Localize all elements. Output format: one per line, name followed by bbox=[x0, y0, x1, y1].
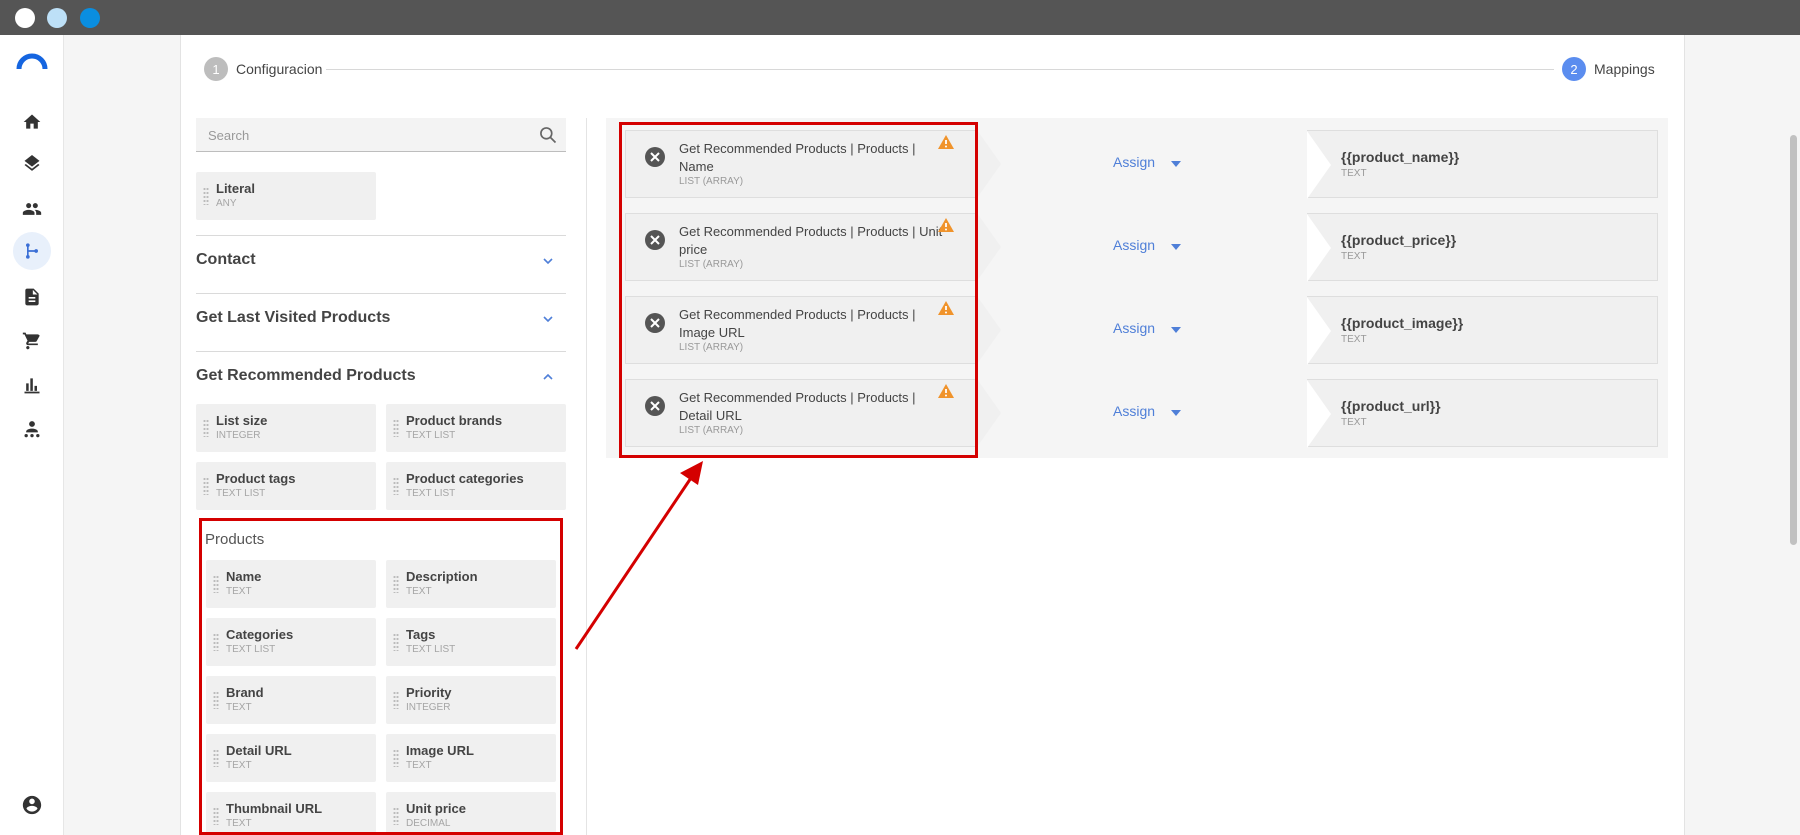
field-chip-product-categories[interactable]: Product categories TEXT LIST bbox=[386, 462, 566, 510]
caret-down-icon[interactable] bbox=[1171, 327, 1181, 333]
target-notch bbox=[1307, 380, 1331, 448]
source-arrow bbox=[977, 130, 1001, 198]
field-type: TEXT LIST bbox=[216, 488, 266, 499]
chevron-down-icon[interactable] bbox=[542, 255, 554, 267]
mapping-target-name: {{product_name}} bbox=[1341, 149, 1460, 165]
chevron-down-icon[interactable] bbox=[542, 313, 554, 325]
mapping-target-type: TEXT bbox=[1341, 417, 1367, 428]
source-arrow bbox=[977, 296, 1001, 364]
divider bbox=[196, 293, 566, 294]
caret-down-icon[interactable] bbox=[1171, 410, 1181, 416]
bar-chart-icon[interactable] bbox=[16, 369, 48, 401]
search-field[interactable]: Search bbox=[196, 118, 566, 152]
drag-handle-icon[interactable] bbox=[393, 477, 399, 495]
people-icon[interactable] bbox=[16, 193, 48, 225]
mapping-target-type: TEXT bbox=[1341, 251, 1367, 262]
mapping-target-name: {{product_image}} bbox=[1341, 315, 1464, 331]
step-1-number[interactable]: 1 bbox=[204, 57, 228, 81]
mapping-target-type: TEXT bbox=[1341, 168, 1367, 179]
chevron-up-icon[interactable] bbox=[542, 371, 554, 383]
field-name: Product categories bbox=[406, 471, 524, 486]
step-1-label[interactable]: Configuracion bbox=[236, 61, 322, 77]
close-window-button[interactable] bbox=[15, 8, 35, 28]
annotation-box-products bbox=[199, 518, 563, 835]
drag-handle-icon[interactable] bbox=[203, 477, 209, 495]
sidebar bbox=[0, 35, 64, 835]
mapping-target-name: {{product_price}} bbox=[1341, 232, 1457, 248]
caret-down-icon[interactable] bbox=[1171, 244, 1181, 250]
assign-dropdown[interactable]: Assign bbox=[1113, 403, 1155, 419]
flow-icon[interactable] bbox=[13, 232, 51, 270]
section-title: Contact bbox=[196, 251, 256, 268]
caret-down-icon[interactable] bbox=[1171, 161, 1181, 167]
assign-dropdown[interactable]: Assign bbox=[1113, 154, 1155, 170]
target-notch bbox=[1307, 297, 1331, 365]
layers-icon[interactable] bbox=[16, 149, 48, 181]
scrollbar[interactable] bbox=[1790, 135, 1797, 545]
maximize-window-button[interactable] bbox=[80, 8, 100, 28]
source-arrow bbox=[977, 379, 1001, 447]
account-circle-icon[interactable] bbox=[16, 789, 48, 821]
field-chip-product-tags[interactable]: Product tags TEXT LIST bbox=[196, 462, 376, 510]
section-title: Get Recommended Products bbox=[196, 367, 416, 384]
cart-icon[interactable] bbox=[16, 325, 48, 357]
field-chip-list-size[interactable]: List size INTEGER bbox=[196, 404, 376, 452]
assign-dropdown[interactable]: Assign bbox=[1113, 237, 1155, 253]
field-chip-product-brands[interactable]: Product brands TEXT LIST bbox=[386, 404, 566, 452]
minimize-window-button[interactable] bbox=[47, 8, 67, 28]
mapping-target[interactable]: {{product_name}} TEXT bbox=[1307, 130, 1658, 199]
drag-handle-icon[interactable] bbox=[393, 419, 399, 437]
mapping-target[interactable]: {{product_url}} TEXT bbox=[1307, 379, 1658, 448]
document-icon[interactable] bbox=[16, 281, 48, 313]
field-type: TEXT LIST bbox=[406, 488, 456, 499]
field-name: List size bbox=[216, 413, 268, 428]
wizard-stepper: 1 Configuracion 2 Mappings bbox=[204, 56, 1659, 82]
annotation-arrow bbox=[574, 461, 703, 650]
section-last-visited[interactable]: Get Last Visited Products bbox=[196, 299, 566, 339]
brand-logo[interactable] bbox=[16, 51, 48, 71]
step-2-number[interactable]: 2 bbox=[1562, 57, 1586, 81]
section-recommended[interactable]: Get Recommended Products bbox=[196, 357, 566, 397]
search-input[interactable]: Search bbox=[208, 128, 249, 143]
field-type: TEXT LIST bbox=[406, 430, 456, 441]
drag-handle-icon[interactable] bbox=[203, 187, 209, 205]
assign-dropdown[interactable]: Assign bbox=[1113, 320, 1155, 336]
target-notch bbox=[1307, 214, 1331, 282]
field-type: INTEGER bbox=[216, 430, 261, 441]
home-icon[interactable] bbox=[16, 106, 48, 138]
divider bbox=[196, 235, 566, 236]
window-titlebar bbox=[0, 0, 1800, 35]
mapping-target[interactable]: {{product_price}} TEXT bbox=[1307, 213, 1658, 282]
divider bbox=[196, 351, 566, 352]
annotation-box-mappings bbox=[619, 122, 978, 458]
drag-handle-icon[interactable] bbox=[203, 419, 209, 437]
field-name: Product tags bbox=[216, 471, 296, 486]
mapping-target[interactable]: {{product_image}} TEXT bbox=[1307, 296, 1658, 365]
user-group-icon[interactable] bbox=[16, 413, 48, 445]
field-name: Product brands bbox=[406, 413, 503, 428]
section-contact[interactable]: Contact bbox=[196, 241, 566, 281]
mapping-target-type: TEXT bbox=[1341, 334, 1367, 345]
section-title: Get Last Visited Products bbox=[196, 309, 391, 326]
search-icon[interactable] bbox=[538, 125, 558, 145]
target-notch bbox=[1307, 131, 1331, 199]
mapping-target-name: {{product_url}} bbox=[1341, 398, 1441, 414]
source-arrow bbox=[977, 213, 1001, 281]
field-name: Literal bbox=[216, 181, 256, 196]
stepper-connector bbox=[326, 69, 1554, 70]
field-type: ANY bbox=[216, 198, 237, 209]
step-2-label[interactable]: Mappings bbox=[1594, 61, 1655, 77]
field-chip-literal[interactable]: Literal ANY bbox=[196, 172, 376, 220]
